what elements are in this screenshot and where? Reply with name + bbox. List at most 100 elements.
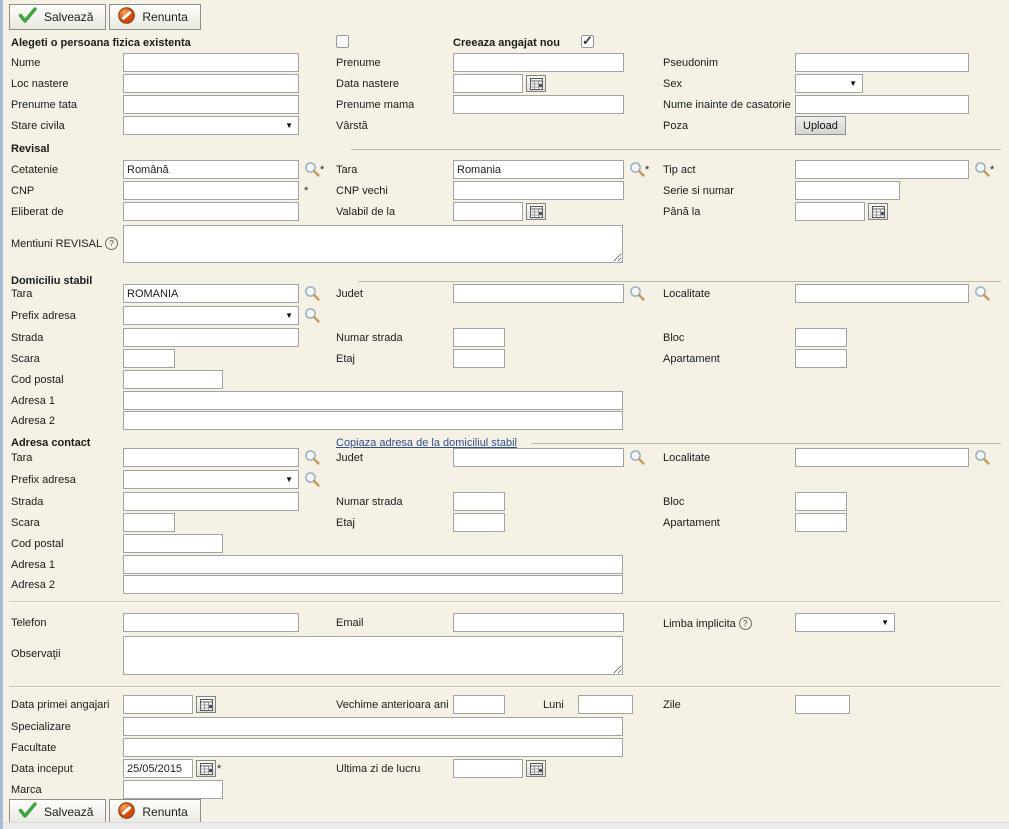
nume-inainte-input[interactable] <box>795 95 969 114</box>
tara-revisal-input[interactable] <box>453 160 624 179</box>
domiciliu-judet-lookup-icon[interactable] <box>629 285 646 302</box>
valabil-de-la-label: Valabil de la <box>336 206 395 218</box>
serie-numar-input[interactable] <box>795 181 900 200</box>
contact-tara-label: Tara <box>11 452 32 464</box>
mentiuni-revisal-textarea[interactable] <box>123 225 623 263</box>
data-primei-angajari-input[interactable] <box>123 695 193 714</box>
domiciliu-localitate-lookup-icon[interactable] <box>974 285 991 302</box>
contact-tara-lookup-icon[interactable] <box>304 449 321 466</box>
domiciliu-localitate-input[interactable] <box>795 284 969 303</box>
pana-la-calendar-icon[interactable] <box>868 203 888 220</box>
observatii-textarea[interactable] <box>123 636 623 675</box>
tara-revisal-lookup-icon[interactable] <box>629 161 646 178</box>
contact-scara-input[interactable] <box>123 513 175 532</box>
help-icon[interactable]: ? <box>105 237 118 250</box>
required-marker: * <box>304 185 308 197</box>
telefon-input[interactable] <box>123 613 299 632</box>
contact-prefix-lookup-icon[interactable] <box>304 471 321 488</box>
domiciliu-judet-input[interactable] <box>453 284 624 303</box>
tip-act-lookup-icon[interactable] <box>974 161 991 178</box>
domiciliu-strada-input[interactable] <box>123 328 299 347</box>
data-inceput-input[interactable] <box>123 759 193 778</box>
create-new-checkbox[interactable] <box>581 35 594 48</box>
contact-apartament-input[interactable] <box>795 513 847 532</box>
data-primei-angajari-calendar-icon[interactable] <box>196 696 216 713</box>
marca-input[interactable] <box>123 780 223 799</box>
prenume-label: Prenume <box>336 57 381 69</box>
data-nastere-input[interactable] <box>453 74 523 93</box>
luni-input[interactable] <box>578 695 633 714</box>
domiciliu-tara-lookup-icon[interactable] <box>304 285 321 302</box>
contact-localitate-input[interactable] <box>795 448 969 467</box>
section-divider <box>531 443 1001 444</box>
cancel-button[interactable]: Renunta <box>109 4 200 30</box>
vechime-ani-input[interactable] <box>453 695 505 714</box>
domiciliu-prefix-lookup-icon[interactable] <box>304 307 321 324</box>
contact-judet-input[interactable] <box>453 448 624 467</box>
contact-bloc-label: Bloc <box>663 496 684 508</box>
save-button[interactable]: Salvează <box>9 4 106 30</box>
facultate-input[interactable] <box>123 738 623 757</box>
save-button-label: Salvează <box>44 10 93 24</box>
help-icon[interactable]: ? <box>739 617 752 630</box>
valabil-de-la-calendar-icon[interactable] <box>526 203 546 220</box>
cetatenie-input[interactable] <box>123 160 299 179</box>
contact-bloc-input[interactable] <box>795 492 847 511</box>
luni-label: Luni <box>543 699 564 711</box>
domiciliu-tara-input[interactable] <box>123 284 299 303</box>
domiciliu-scara-input[interactable] <box>123 349 175 368</box>
contact-numar-strada-input[interactable] <box>453 492 505 511</box>
domiciliu-bloc-input[interactable] <box>795 328 847 347</box>
domiciliu-adresa1-input[interactable] <box>123 391 623 410</box>
prenume-tata-input[interactable] <box>123 95 299 114</box>
domiciliu-cod-postal-input[interactable] <box>123 370 223 389</box>
data-inceput-label: Data inceput <box>11 763 73 775</box>
stare-civila-select[interactable]: ▼ <box>123 116 299 135</box>
section-revisal-title: Revisal <box>11 143 50 155</box>
sex-label: Sex <box>663 78 682 90</box>
cnp-input[interactable] <box>123 181 299 200</box>
domiciliu-adresa2-input[interactable] <box>123 411 623 430</box>
loc-nastere-input[interactable] <box>123 74 299 93</box>
domiciliu-etaj-input[interactable] <box>453 349 505 368</box>
data-inceput-calendar-icon[interactable] <box>196 760 216 777</box>
sex-select[interactable]: ▼ <box>795 74 863 93</box>
contact-judet-lookup-icon[interactable] <box>629 449 646 466</box>
contact-adresa1-input[interactable] <box>123 555 623 574</box>
domiciliu-adresa1-label: Adresa 1 <box>11 395 55 407</box>
domiciliu-numar-strada-input[interactable] <box>453 328 505 347</box>
cnp-vechi-input[interactable] <box>453 181 624 200</box>
nume-inainte-label: Nume inainte de casatorie <box>663 99 791 111</box>
domiciliu-bloc-label: Bloc <box>663 332 684 344</box>
section-divider <box>351 149 1001 150</box>
pseudonim-input[interactable] <box>795 53 969 72</box>
contact-localitate-lookup-icon[interactable] <box>974 449 991 466</box>
tip-act-input[interactable] <box>795 160 969 179</box>
pana-la-input[interactable] <box>795 202 865 221</box>
domiciliu-apartament-input[interactable] <box>795 349 847 368</box>
prenume-mama-input[interactable] <box>453 95 624 114</box>
email-input[interactable] <box>453 613 624 632</box>
valabil-de-la-input[interactable] <box>453 202 523 221</box>
contact-prefix-label: Prefix adresa <box>11 474 76 486</box>
ultima-zi-input[interactable] <box>453 759 523 778</box>
prenume-input[interactable] <box>453 53 624 72</box>
contact-cod-postal-input[interactable] <box>123 534 223 553</box>
contact-prefix-select[interactable]: ▼ <box>123 470 299 489</box>
contact-strada-input[interactable] <box>123 492 299 511</box>
upload-button[interactable]: Upload <box>795 116 846 135</box>
contact-tara-input[interactable] <box>123 448 299 467</box>
data-nastere-calendar-icon[interactable] <box>526 75 546 92</box>
cetatenie-lookup-icon[interactable] <box>304 161 321 178</box>
ultima-zi-calendar-icon[interactable] <box>526 760 546 777</box>
contact-etaj-input[interactable] <box>453 513 505 532</box>
eliberat-de-input[interactable] <box>123 202 299 221</box>
domiciliu-prefix-select[interactable]: ▼ <box>123 306 299 325</box>
limba-implicita-select[interactable]: ▼ <box>795 613 895 632</box>
choose-existing-checkbox[interactable] <box>336 35 349 48</box>
zile-input[interactable] <box>795 695 850 714</box>
contact-adresa2-input[interactable] <box>123 575 623 594</box>
specializare-input[interactable] <box>123 717 623 736</box>
contact-adresa2-label: Adresa 2 <box>11 579 55 591</box>
nume-input[interactable] <box>123 53 299 72</box>
